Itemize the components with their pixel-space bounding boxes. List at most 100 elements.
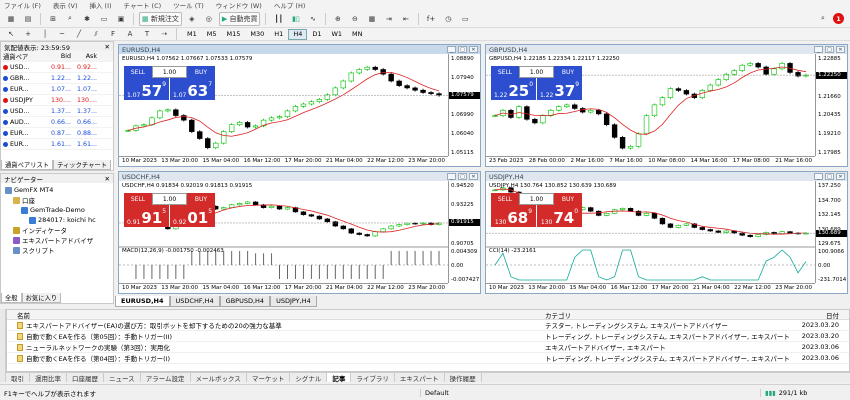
market-watch-row[interactable]: EUR... 1.07... 1.07...: [1, 84, 113, 95]
chart-window[interactable]: USDCHF,H4 _ □ ✕ MACD(12,26,9) -0.001750 -0.0…: [118, 171, 481, 294]
market-watch-row[interactable]: GBR... 1.22... 1.22...: [1, 73, 113, 84]
chart-window[interactable]: GBPUSD,H4 _ □ ✕ GBPUSD,H4 1.22185 1.22334 1.…: [485, 44, 848, 167]
price-scale[interactable]: 1.08890 1.07940 1.07579 1.06990 1.06040 1.051…: [448, 54, 480, 156]
bid-quote[interactable]: 130 68 9: [491, 205, 536, 227]
menu-item[interactable]: ウィンドウ (W): [216, 0, 262, 10]
column-bid[interactable]: Bid: [47, 53, 71, 60]
profiles-icon[interactable]: ▤: [21, 12, 35, 26]
time-scale[interactable]: 10 Mar 2023 13 Mar 20:00 15 Mar 04:00 16 Ma…: [119, 156, 448, 166]
indicators-icon[interactable]: f+: [424, 12, 438, 26]
lot-input[interactable]: 1.00: [152, 193, 187, 205]
close-icon[interactable]: ✕: [836, 46, 845, 53]
minimize-icon[interactable]: _: [447, 173, 456, 180]
autoscroll-icon[interactable]: ⇥: [382, 12, 396, 26]
timeframe-m30[interactable]: M30: [245, 29, 269, 40]
timeframe-h1[interactable]: H1: [269, 29, 288, 40]
bar-chart-icon[interactable]: ┃┃: [271, 12, 285, 26]
terminal-tab[interactable]: 操作履歴: [445, 373, 482, 383]
buy-button[interactable]: BUY: [187, 193, 215, 205]
horizontal-line-icon[interactable]: ─: [55, 29, 69, 40]
buy-button[interactable]: BUY: [554, 66, 582, 78]
column-category[interactable]: カテゴリ: [545, 310, 799, 320]
candlestick-icon[interactable]: ▮▯: [289, 12, 303, 26]
buy-button[interactable]: BUY: [554, 193, 582, 205]
terminal-tab[interactable]: エキスパート: [395, 373, 445, 383]
terminal-tab[interactable]: シグナル: [290, 373, 328, 383]
fibonacci-icon[interactable]: F: [106, 29, 120, 40]
timeframe-h4[interactable]: H4: [288, 28, 308, 40]
sell-button[interactable]: SELL: [124, 193, 152, 205]
market-watch-row[interactable]: USD... 0.91... 0.92...: [1, 62, 113, 73]
terminal-tab[interactable]: アラーム設定: [141, 373, 191, 383]
menu-item[interactable]: ツール (T): [173, 0, 204, 10]
navigator-item[interactable]: エキスパートアドバイザ: [1, 235, 113, 245]
chart-titlebar[interactable]: USDCHF,H4 _ □ ✕: [119, 172, 480, 181]
tab-favorites[interactable]: お気に入り: [21, 293, 62, 303]
close-icon[interactable]: ✕: [836, 173, 845, 180]
article-row[interactable]: ニューラルネットワークの実験（第3回）：実用化 エキスパートアドバイザー, エキス…: [7, 342, 849, 353]
column-name[interactable]: 名前: [7, 310, 545, 320]
zoom-out-icon[interactable]: ⊖: [348, 12, 362, 26]
cursor-icon[interactable]: ↖: [4, 29, 18, 40]
time-scale[interactable]: 10 Mar 2023 13 Mar 20:00 15 Mar 04:00 16 Ma…: [119, 283, 448, 293]
menu-item[interactable]: 挿入 (I): [89, 0, 111, 10]
new-chart-icon[interactable]: ▦: [4, 12, 18, 26]
lot-input[interactable]: 1.00: [152, 66, 187, 78]
market-watch-row[interactable]: EUR... 1.61... 1.61...: [1, 139, 113, 150]
chart-window[interactable]: USDJPY,H4 _ □ ✕ CCI(14) -23.2161 USDJPY,H4 13…: [485, 171, 848, 294]
ask-quote[interactable]: 1.07 63 7: [169, 78, 215, 100]
close-icon[interactable]: ✕: [105, 175, 110, 183]
maximize-icon[interactable]: □: [458, 173, 467, 180]
tab-general[interactable]: 全般: [1, 293, 22, 303]
data-window-icon[interactable]: ⌕: [63, 12, 77, 26]
new-order-button[interactable]: ▦ 新規注文: [139, 11, 182, 26]
menu-item[interactable]: ヘルプ (H): [274, 0, 306, 10]
ask-quote[interactable]: 130 74 0: [536, 205, 582, 227]
close-icon[interactable]: ✕: [469, 46, 478, 53]
minimize-icon[interactable]: _: [814, 46, 823, 53]
timeframe-w1[interactable]: W1: [326, 29, 347, 40]
auto-trading-button[interactable]: ▶ 自動売買: [218, 11, 261, 26]
terminal-tab[interactable]: ニュース: [104, 373, 141, 383]
chart-titlebar[interactable]: GBPUSD,H4 _ □ ✕: [486, 45, 847, 54]
chart-tab[interactable]: USDJPY,H4: [270, 296, 317, 307]
ask-quote[interactable]: 0.92 01 5: [169, 205, 215, 227]
arrows-tool-icon[interactable]: ⇢: [157, 29, 171, 40]
lot-input[interactable]: 1.00: [519, 66, 554, 78]
article-row[interactable]: エキスパートアドバイザー(EA)の選び方：取引ボットを却下するための20の強力な…: [7, 320, 849, 331]
terminal-tab[interactable]: メールボックス: [191, 373, 247, 383]
terminal-tab[interactable]: マーケット: [247, 373, 291, 383]
menu-item[interactable]: 表示 (V): [53, 0, 78, 10]
chart-area[interactable]: GBPUSD,H4 1.22185 1.22334 1.22117 1.2225…: [486, 54, 847, 166]
signals-icon[interactable]: ◎: [202, 12, 216, 26]
sell-button[interactable]: SELL: [124, 66, 152, 78]
bid-quote[interactable]: 1.07 57 9: [124, 78, 169, 100]
article-row[interactable]: 自動で動くEAを作る（第05回）：手動トリガー(II) トレーディング, トレーデ…: [7, 331, 849, 342]
vertical-line-icon[interactable]: │: [38, 29, 52, 40]
market-watch-row[interactable]: USD... 1.37... 1.37...: [1, 106, 113, 117]
terminal-tab[interactable]: 記事: [327, 373, 352, 383]
line-chart-icon[interactable]: ∿: [306, 12, 320, 26]
column-symbol[interactable]: 通貨ペア: [1, 52, 47, 61]
navigator-item[interactable]: スクリプト: [1, 245, 113, 255]
chart-window[interactable]: EURUSD,H4 _ □ ✕ EURUSD,H4 1.07562 1.07667 1.…: [118, 44, 481, 167]
chart-area[interactable]: CCI(14) -23.2161 USDJPY,H4 130.764 130.85…: [486, 181, 847, 293]
minimize-icon[interactable]: _: [814, 173, 823, 180]
tab-tick-chart[interactable]: ティックチャート: [53, 160, 112, 170]
templates-icon[interactable]: ▭: [458, 12, 472, 26]
sell-button[interactable]: SELL: [491, 193, 519, 205]
buy-button[interactable]: BUY: [187, 66, 215, 78]
ask-quote[interactable]: 1.22 37 9: [536, 78, 582, 100]
chart-tab[interactable]: EURUSD,H4: [115, 296, 170, 307]
sell-button[interactable]: SELL: [491, 66, 519, 78]
close-icon[interactable]: ✕: [469, 173, 478, 180]
chart-shift-icon[interactable]: ⇤: [399, 12, 413, 26]
channel-icon[interactable]: ⫽: [89, 29, 103, 40]
menu-item[interactable]: チャート (C): [124, 0, 162, 10]
price-scale[interactable]: 0.94520 0.93225 0.91915 0.90705 0.004309 0.00…: [448, 181, 480, 283]
navigator-item[interactable]: インディケータ: [1, 225, 113, 235]
maximize-icon[interactable]: □: [825, 46, 834, 53]
time-scale[interactable]: 10 Mar 2023 13 Mar 20:00 15 Mar 04:00 16 Ma…: [486, 283, 815, 293]
market-watch-icon[interactable]: ⊞: [46, 12, 60, 26]
market-watch-row[interactable]: AUD... 0.66... 0.66...: [1, 117, 113, 128]
